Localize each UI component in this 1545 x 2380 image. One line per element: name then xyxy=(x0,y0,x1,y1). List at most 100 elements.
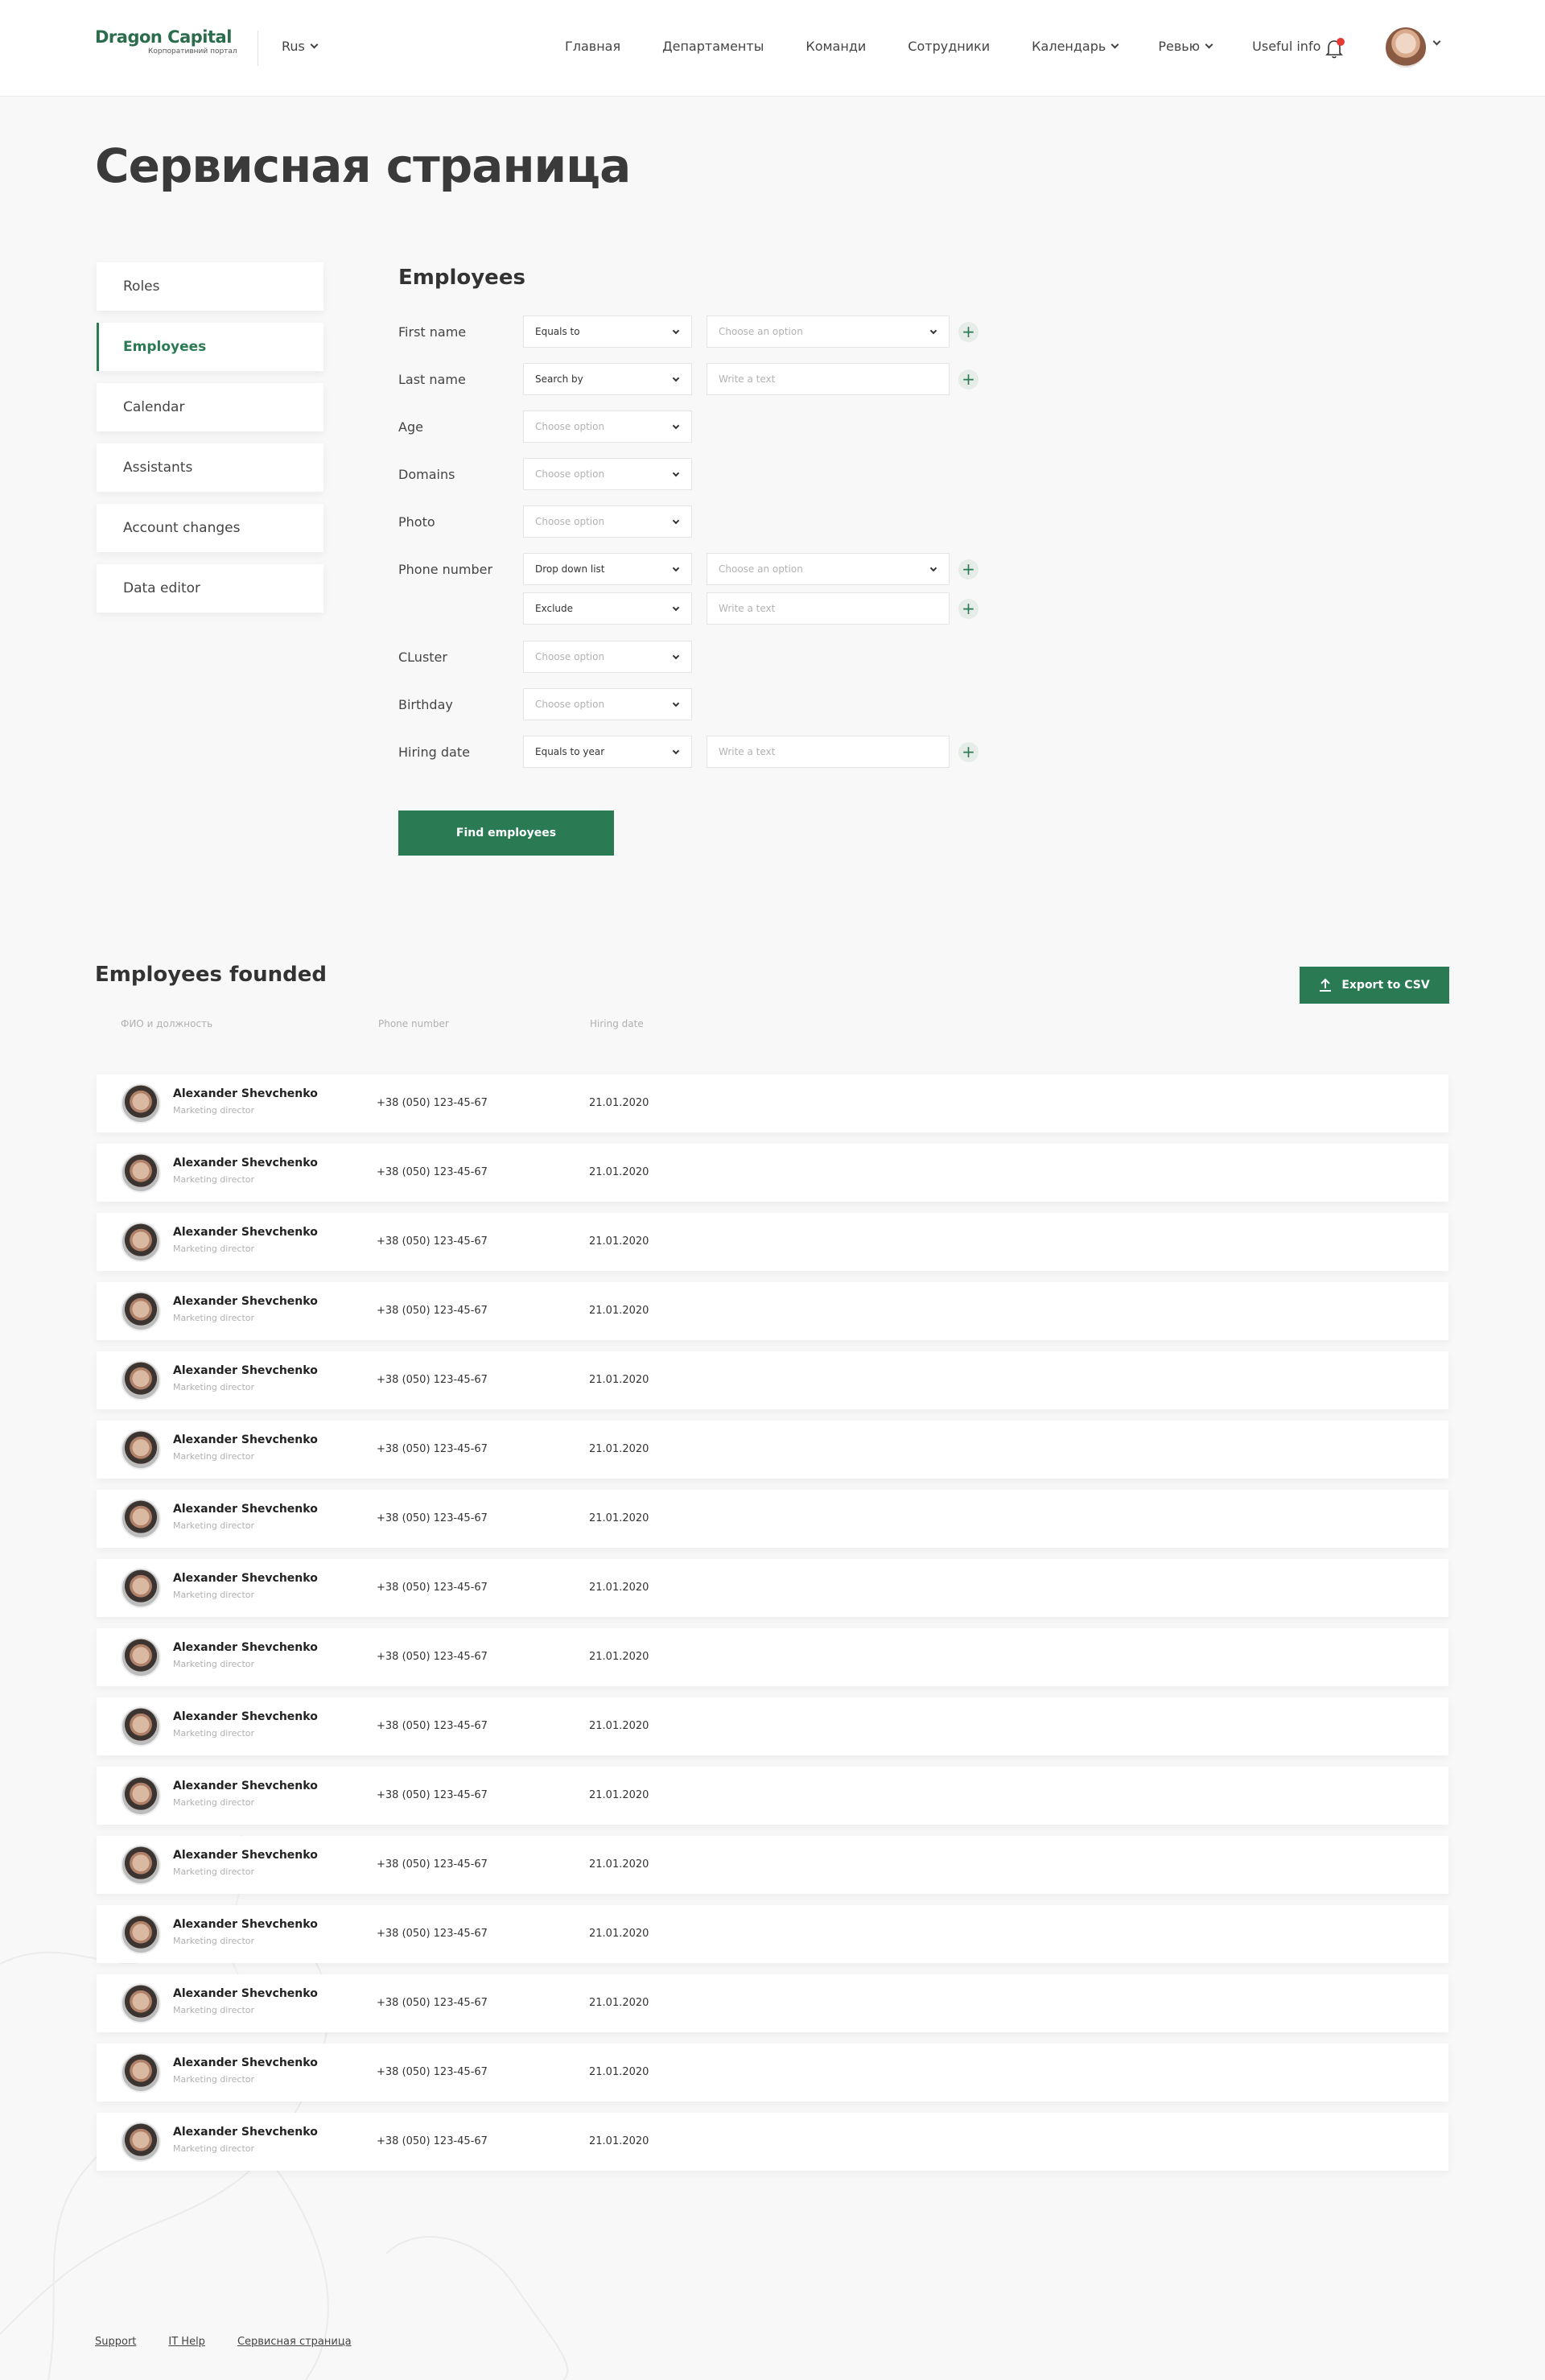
sidebar-item-label: Employees xyxy=(123,339,207,355)
table-row[interactable]: Alexander Shevchenko Marketing director … xyxy=(97,1559,1448,1617)
filter-label: First name xyxy=(398,324,467,340)
condition-select[interactable]: Drop down list xyxy=(523,553,692,585)
table-row[interactable]: Alexander Shevchenko Marketing director … xyxy=(97,1836,1448,1894)
table-row[interactable]: Alexander Shevchenko Marketing director … xyxy=(97,1075,1448,1132)
employee-filters: Employees First name Equals to Choose an… xyxy=(398,262,994,768)
filter-label: Domains xyxy=(398,467,455,482)
nav-item-departments[interactable]: Департаменты xyxy=(662,39,764,54)
value-text-input[interactable] xyxy=(707,592,950,625)
nav-item-calendar[interactable]: Календарь xyxy=(1032,39,1119,54)
column-header-name[interactable]: ФИО и должность xyxy=(121,1018,212,1029)
select-placeholder: Choose option xyxy=(535,699,605,710)
employee-position: Marketing director xyxy=(173,1382,255,1392)
table-row[interactable]: Alexander Shevchenko Marketing director … xyxy=(97,1905,1448,1963)
sidebar-item-calendar[interactable]: Calendar xyxy=(97,383,323,431)
value-text-input[interactable] xyxy=(707,363,950,395)
add-condition-button[interactable]: + xyxy=(958,369,978,390)
value-text-input[interactable] xyxy=(707,736,950,768)
sidebar-item-label: Data editor xyxy=(123,580,201,596)
language-selector[interactable]: Rus xyxy=(282,39,319,54)
condition-select[interactable]: Choose option xyxy=(523,458,692,490)
select-placeholder: Choose option xyxy=(535,516,605,527)
add-condition-button[interactable]: + xyxy=(958,599,978,619)
table-row[interactable]: Alexander Shevchenko Marketing director … xyxy=(97,2044,1448,2102)
condition-select[interactable]: Choose option xyxy=(523,410,692,443)
table-row[interactable]: Alexander Shevchenko Marketing director … xyxy=(97,1351,1448,1409)
column-header-phone[interactable]: Phone number xyxy=(378,1018,449,1029)
chevron-down-icon xyxy=(672,652,680,660)
sidebar-item-data-editor[interactable]: Data editor xyxy=(97,564,323,613)
employee-position: Marketing director xyxy=(173,2143,255,2154)
table-row[interactable]: Alexander Shevchenko Marketing director … xyxy=(97,1697,1448,1755)
employee-avatar xyxy=(121,1637,161,1677)
value-select[interactable]: Choose an option xyxy=(707,553,950,585)
add-condition-button[interactable]: + xyxy=(958,322,978,342)
table-row[interactable]: Alexander Shevchenko Marketing director … xyxy=(97,2113,1448,2171)
nav-item-label: Команди xyxy=(805,39,867,54)
sidebar-item-label: Assistants xyxy=(123,460,193,476)
value-select[interactable]: Choose an option xyxy=(707,316,950,348)
nav-item-label: Департаменты xyxy=(662,39,764,54)
sidebar-item-employees[interactable]: Employees xyxy=(97,323,323,371)
chevron-down-icon[interactable] xyxy=(1432,37,1441,46)
employee-phone: +38 (050) 123-45-67 xyxy=(377,2066,488,2078)
user-avatar[interactable] xyxy=(1386,27,1426,68)
filter-row-last-name: Last name Search by + xyxy=(398,363,994,395)
table-row[interactable]: Alexander Shevchenko Marketing director … xyxy=(97,1144,1448,1202)
export-csv-button[interactable]: Export to CSV xyxy=(1300,967,1449,1004)
chevron-down-icon xyxy=(672,699,680,707)
table-row[interactable]: Alexander Shevchenko Marketing director … xyxy=(97,1767,1448,1825)
nav-item-employees[interactable]: Сотрудники xyxy=(908,39,990,54)
employee-hiring-date: 21.01.2020 xyxy=(589,1166,649,1178)
table-row[interactable]: Alexander Shevchenko Marketing director … xyxy=(97,1490,1448,1548)
main-navigation: Главная Департаменты Команди Сотрудники … xyxy=(565,39,1320,54)
add-condition-button[interactable]: + xyxy=(958,559,978,580)
employee-name: Alexander Shevchenko xyxy=(173,1849,318,1862)
employee-position: Marketing director xyxy=(173,1728,255,1739)
table-row[interactable]: Alexander Shevchenko Marketing director … xyxy=(97,1213,1448,1271)
employee-phone: +38 (050) 123-45-67 xyxy=(377,1858,488,1871)
sidebar-item-account-changes[interactable]: Account changes xyxy=(97,504,323,552)
select-value: Drop down list xyxy=(535,563,605,575)
filter-row-hiring-date: Hiring date Equals to year + xyxy=(398,736,994,768)
sidebar-item-assistants[interactable]: Assistants xyxy=(97,443,323,492)
filter-label: Phone number xyxy=(398,562,493,577)
condition-select[interactable]: Choose option xyxy=(523,641,692,673)
employee-phone: +38 (050) 123-45-67 xyxy=(377,1997,488,2009)
nav-item-useful-info[interactable]: Useful info xyxy=(1252,39,1320,54)
select-placeholder: Choose an option xyxy=(719,563,803,575)
nav-item-teams[interactable]: Команди xyxy=(805,39,866,54)
table-row[interactable]: Alexander Shevchenko Marketing director … xyxy=(97,1282,1448,1340)
table-row[interactable]: Alexander Shevchenko Marketing director … xyxy=(97,1628,1448,1686)
footer-link-support[interactable]: Support xyxy=(95,2336,136,2348)
nav-item-home[interactable]: Главная xyxy=(565,39,620,54)
condition-select[interactable]: Choose option xyxy=(523,505,692,538)
employee-avatar xyxy=(121,2122,161,2162)
bell-icon[interactable] xyxy=(1325,37,1345,60)
condition-select[interactable]: Choose option xyxy=(523,688,692,720)
table-row[interactable]: Alexander Shevchenko Marketing director … xyxy=(97,1421,1448,1479)
select-placeholder: Choose option xyxy=(535,421,605,432)
table-row[interactable]: Alexander Shevchenko Marketing director … xyxy=(97,1974,1448,2032)
footer-link-service-page[interactable]: Сервисная страница xyxy=(237,2336,352,2348)
sidebar-item-label: Calendar xyxy=(123,399,185,415)
employee-avatar xyxy=(121,1706,161,1747)
chevron-down-icon xyxy=(1205,40,1213,49)
nav-item-review[interactable]: Ревью xyxy=(1158,39,1213,54)
employee-phone: +38 (050) 123-45-67 xyxy=(377,1443,488,1455)
employee-hiring-date: 21.01.2020 xyxy=(589,2066,649,2078)
column-header-hiring-date[interactable]: Hiring date xyxy=(590,1018,644,1029)
employee-avatar xyxy=(121,1499,161,1539)
employee-position: Marketing director xyxy=(173,1105,255,1116)
sidebar-item-roles[interactable]: Roles xyxy=(97,262,323,311)
employee-name: Alexander Shevchenko xyxy=(173,1364,318,1377)
condition-select[interactable]: Exclude xyxy=(523,592,692,625)
condition-select[interactable]: Equals to year xyxy=(523,736,692,768)
condition-select[interactable]: Search by xyxy=(523,363,692,395)
footer-link-it-help[interactable]: IT Help xyxy=(168,2336,205,2348)
find-employees-button[interactable]: Find employees xyxy=(398,811,614,856)
condition-select[interactable]: Equals to xyxy=(523,316,692,348)
employee-avatar xyxy=(121,1914,161,1954)
dragon-capital-logo[interactable]: Dragon Capital Корпоративний портал xyxy=(95,27,240,66)
add-condition-button[interactable]: + xyxy=(958,742,978,762)
